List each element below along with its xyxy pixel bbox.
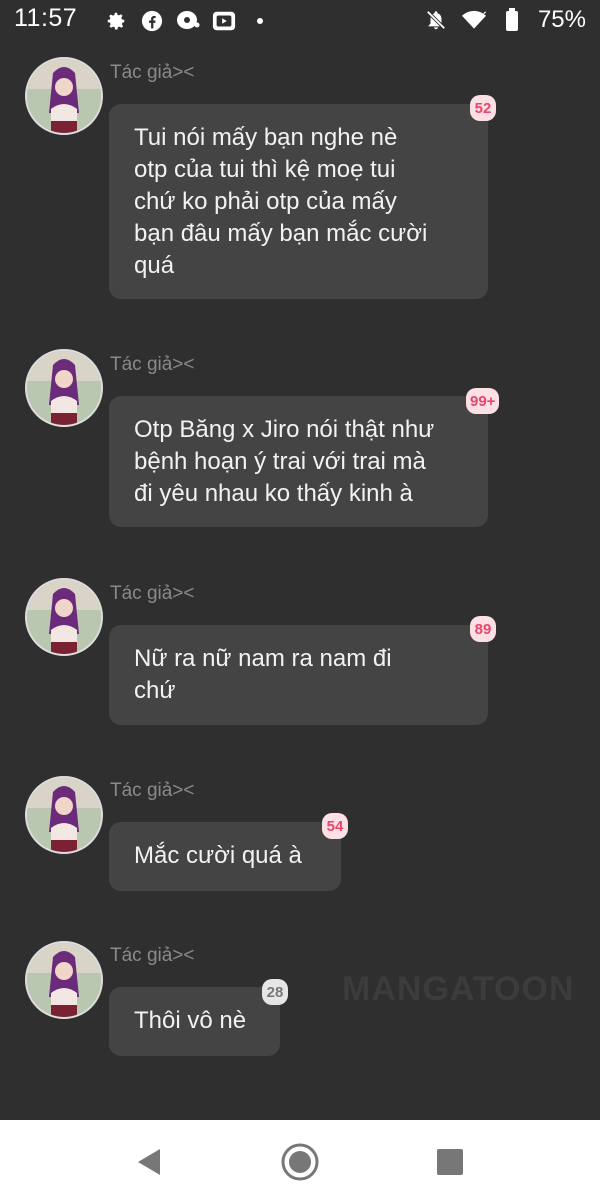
watermark: MANGATOON [342,970,575,1008]
author-name[interactable]: Tác giả>< [110,780,195,802]
avatar[interactable] [25,57,103,135]
battery-percent: 75% [537,6,586,33]
avatar[interactable] [25,349,103,427]
messenger-icon [176,9,200,33]
message-bubble[interactable]: Otp Băng x Jiro nói thật như bệnh hoạn ý… [109,396,488,527]
wifi-icon [461,8,486,32]
avatar[interactable] [25,578,103,656]
like-count-badge[interactable]: 54 [322,813,348,839]
gear-icon [104,9,128,33]
message-line: chứ [134,677,176,704]
message-line: bạn đâu mấy bạn mắc cười [134,220,428,247]
nav-bar [0,1120,600,1200]
home-icon[interactable] [280,1142,320,1182]
facebook-icon [140,9,164,33]
message-bubble[interactable]: Nữ ra nữ nam ra nam đi chứ [109,625,488,725]
status-time: 11:57 [14,4,78,32]
author-name[interactable]: Tác giả>< [110,354,195,376]
status-bar: 11:57 75% [0,0,600,42]
message-line: bệnh hoạn ý trai với trai mà [134,448,426,475]
like-count-badge[interactable]: 89 [470,616,496,642]
battery-icon [500,8,524,32]
recents-icon[interactable] [430,1142,470,1182]
message-line: Nữ ra nữ nam ra nam đi [134,645,392,672]
comment-list[interactable]: Tác giả>< Tui nói mấy bạn nghe nè otp củ… [0,42,600,1120]
notifications-off-icon [424,8,448,32]
message-bubble[interactable]: Mắc cười quá à [109,822,341,891]
author-name[interactable]: Tác giả>< [110,62,195,84]
like-count-badge[interactable]: 99+ [466,388,500,414]
message-bubble[interactable]: Tui nói mấy bạn nghe nè otp của tui thì … [109,104,488,299]
message-line: chứ ko phải otp của mấy [134,188,397,215]
message-line: Otp Băng x Jiro nói thật như [134,416,435,443]
message-bubble[interactable]: Thôi vô nè [109,987,280,1056]
message-line: quá [134,252,175,279]
like-count-badge[interactable]: 52 [470,95,496,121]
like-count-badge[interactable]: 28 [262,979,288,1005]
avatar[interactable] [25,941,103,1019]
back-icon[interactable] [128,1142,168,1182]
author-name[interactable]: Tác giả>< [110,583,195,605]
tv-icon [212,9,236,33]
avatar[interactable] [25,776,103,854]
message-line: đi yêu nhau ko thấy kinh à [134,480,413,507]
message-line: otp của tui thì kệ moẹ tui [134,156,396,183]
author-name[interactable]: Tác giả>< [110,945,195,967]
message-line: Thôi vô nè [134,1007,247,1034]
dot-icon [248,9,272,33]
message-line: Tui nói mấy bạn nghe nè [134,124,398,151]
message-line: Mắc cười quá à [134,842,302,869]
